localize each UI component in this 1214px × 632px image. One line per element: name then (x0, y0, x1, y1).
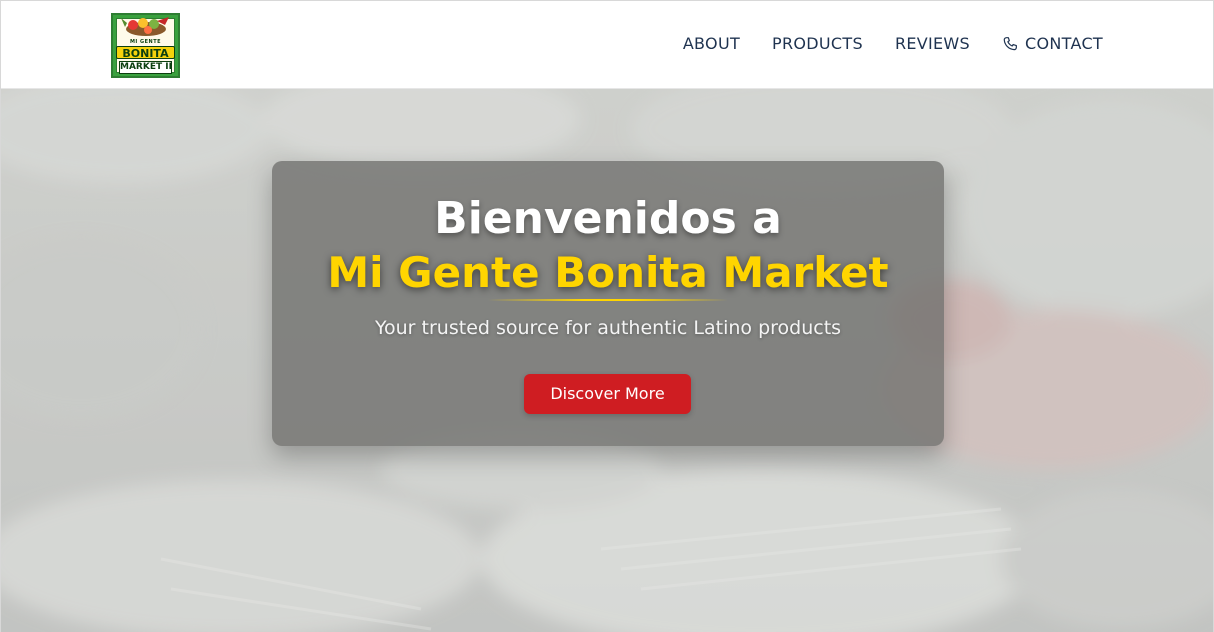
title-underline (488, 299, 728, 301)
brand-logo[interactable]: MI GENTE BONITA MARKET II (111, 13, 180, 78)
nav-reviews-label: REVIEWS (894, 34, 971, 53)
hero-title-line2: Mi Gente Bonita Market (327, 248, 889, 297)
site-header: MI GENTE BONITA MARKET II ABOUT PRODUCTS… (1, 1, 1213, 89)
hero-title-line1: Bienvenidos a (434, 193, 782, 244)
nav-about-label: ABOUT (682, 34, 741, 53)
nav-contact[interactable]: CONTACT (1002, 34, 1103, 53)
discover-more-button[interactable]: Discover More (524, 374, 691, 414)
logo-small-text: MI GENTE (129, 39, 162, 45)
nav-products-label: PRODUCTS (772, 34, 863, 53)
phone-icon (1003, 36, 1017, 50)
hero-card: Bienvenidos a Mi Gente Bonita Market You… (272, 161, 944, 446)
nav-about[interactable]: ABOUT (683, 34, 740, 53)
nav-contact-label: CONTACT (1025, 34, 1103, 53)
logo-big-text: BONITA (116, 46, 175, 60)
hero-subtitle: Your trusted source for authentic Latino… (374, 317, 842, 339)
main-nav: ABOUT PRODUCTS REVIEWS CONTACT (683, 34, 1103, 53)
nav-products[interactable]: PRODUCTS (772, 34, 863, 53)
hero-section: Bienvenidos a Mi Gente Bonita Market You… (1, 89, 1213, 632)
logo-sub-text: MARKET II (119, 61, 172, 74)
nav-reviews[interactable]: REVIEWS (895, 34, 970, 53)
